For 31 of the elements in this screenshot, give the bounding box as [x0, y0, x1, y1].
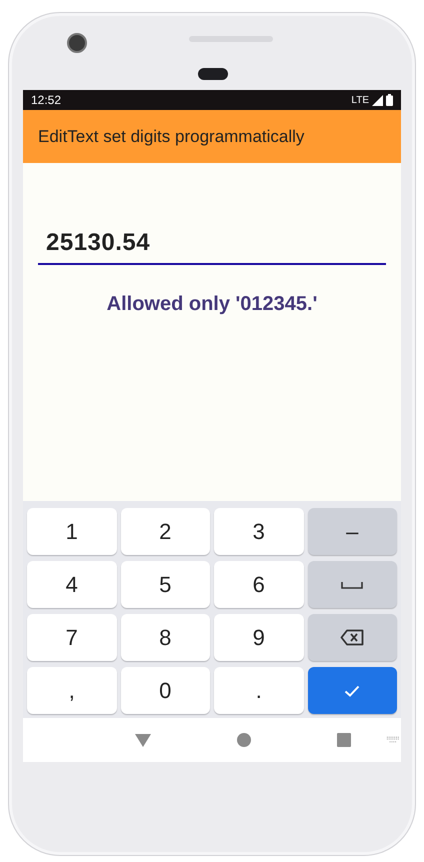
hint-message: Allowed only '012345.'	[106, 293, 318, 316]
camera-icon	[67, 33, 87, 53]
done-key[interactable]	[308, 667, 397, 714]
key[interactable]: 7	[27, 614, 116, 661]
key[interactable]: 4	[27, 561, 116, 608]
keyboard-icon[interactable]	[386, 736, 402, 744]
check-icon	[344, 684, 360, 696]
key[interactable]: 5	[120, 561, 210, 608]
key[interactable]: .	[214, 667, 304, 714]
key[interactable]: –	[308, 508, 397, 555]
app-title: EditText set digits programmatically	[38, 126, 304, 146]
key[interactable]: 0	[120, 667, 210, 714]
back-icon[interactable]	[135, 734, 152, 746]
space-icon	[341, 580, 364, 588]
key[interactable]: 2	[120, 508, 210, 555]
network-label: LTE	[351, 94, 369, 106]
signal-icon	[372, 94, 383, 106]
key[interactable]: 1	[27, 508, 116, 555]
key[interactable]: 3	[214, 508, 304, 555]
recents-icon[interactable]	[337, 733, 352, 747]
key[interactable]: ,	[27, 667, 116, 714]
key[interactable]: 6	[214, 561, 304, 608]
backspace-key[interactable]	[308, 614, 397, 661]
status-time: 12:52	[31, 93, 62, 107]
battery-icon	[386, 94, 393, 106]
key[interactable]: 9	[214, 614, 304, 661]
backspace-icon	[340, 629, 364, 646]
sensor-icon	[198, 68, 228, 80]
key[interactable]: 8	[120, 614, 210, 661]
input-field[interactable]: 25130.54	[38, 225, 386, 265]
home-icon[interactable]	[236, 733, 251, 747]
